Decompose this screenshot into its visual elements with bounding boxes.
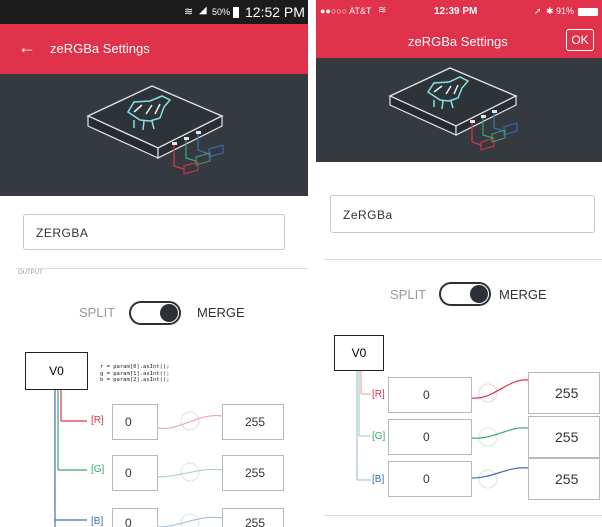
virtual-pin-selector[interactable]: V0	[25, 352, 88, 390]
red-min-field[interactable]: 0	[388, 377, 472, 413]
channel-label-b: [B]	[372, 474, 385, 485]
blue-min-field[interactable]: 0	[112, 508, 158, 527]
blue-min-field[interactable]: 0	[388, 461, 472, 497]
channel-label-r: [R]	[91, 415, 104, 426]
blue-max-value: 255	[555, 471, 579, 487]
green-max-field[interactable]: 255	[222, 455, 284, 491]
blue-max-field[interactable]: 255	[222, 508, 284, 527]
channel-label-g: [G]	[91, 464, 105, 475]
red-min-value: 0	[423, 388, 430, 402]
virtual-pin-selector[interactable]: V0	[334, 335, 384, 371]
blue-max-value: 255	[245, 516, 266, 527]
green-max-value: 255	[555, 429, 579, 445]
channel-label-g: [G]	[372, 431, 386, 442]
green-min-value: 0	[125, 466, 132, 480]
blue-min-value: 0	[125, 516, 132, 527]
channel-label-r: [R]	[372, 389, 385, 400]
red-min-value: 0	[125, 415, 132, 429]
red-max-value: 255	[245, 415, 266, 429]
divider	[324, 515, 602, 516]
blue-max-field[interactable]: 255	[528, 458, 600, 500]
green-min-field[interactable]: 0	[388, 419, 472, 455]
green-min-value: 0	[423, 430, 430, 444]
blue-min-value: 0	[423, 472, 430, 486]
code-line-b: b = param[2].asInt();	[100, 377, 170, 383]
channel-label-b: [B]	[91, 516, 104, 527]
red-min-field[interactable]: 0	[112, 404, 158, 440]
green-max-field[interactable]: 255	[528, 416, 600, 458]
channel-wiring	[54, 390, 223, 527]
green-max-value: 255	[245, 466, 266, 480]
red-max-value: 255	[555, 385, 579, 401]
android-screen: ≋ ◢ 50% 12:52 PM ← zeRGBa Settings ZERGB	[0, 0, 308, 527]
green-min-field[interactable]: 0	[112, 455, 158, 491]
red-max-field[interactable]: 255	[528, 372, 600, 414]
red-max-field[interactable]: 255	[222, 404, 284, 440]
ios-screen: ●●○○○ AT&T ≋ 12:39 PM ➚ ✱ 91% zeRGBa Set…	[316, 0, 602, 527]
